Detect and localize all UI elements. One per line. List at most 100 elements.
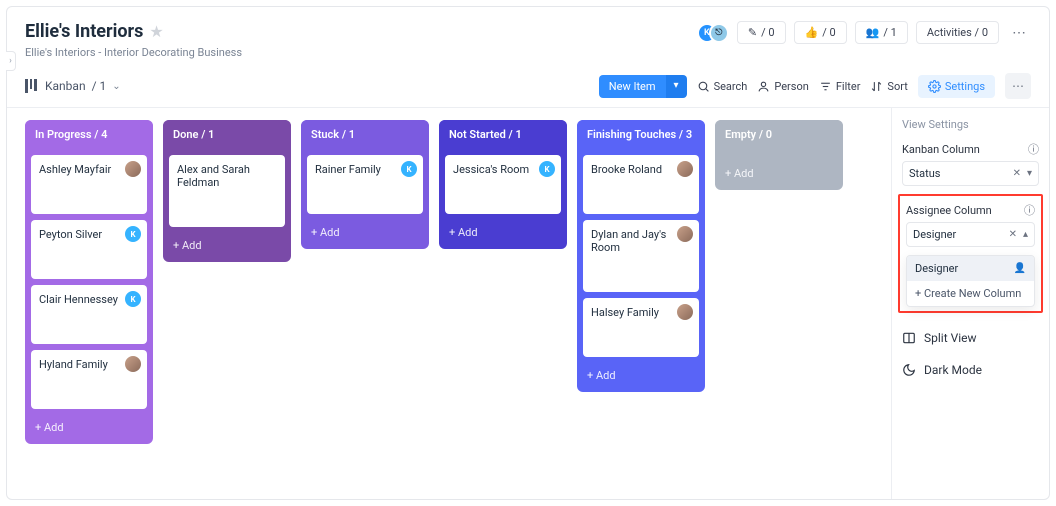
person-label: Person — [774, 80, 808, 93]
search-icon — [697, 80, 710, 93]
card-title: Peyton Silver — [39, 228, 139, 241]
search-button[interactable]: Search — [697, 80, 748, 93]
card-title: Brooke Roland — [591, 163, 691, 176]
kanban-card[interactable]: Hyland Family — [31, 350, 147, 409]
presence-badge-s: ⎋ — [709, 23, 729, 43]
chevron-down-icon: ▾ — [1027, 168, 1032, 179]
assignee-avatar — [677, 226, 693, 242]
more-menu-icon[interactable]: ⋯ — [1007, 25, 1031, 41]
add-card-button[interactable]: + Add — [301, 220, 429, 249]
column-header[interactable]: Finishing Touches / 3 — [577, 120, 705, 149]
people-icon: 👥 — [866, 26, 880, 39]
sort-button[interactable]: Sort — [870, 80, 907, 93]
clear-icon[interactable]: ✕ — [1013, 168, 1021, 179]
gear-icon — [928, 80, 941, 93]
assignee-avatar — [677, 161, 693, 177]
assignee-column-select[interactable]: Designer ✕▴ — [906, 222, 1035, 247]
column-header[interactable]: Empty / 0 — [715, 120, 843, 149]
people-count: / 1 — [883, 26, 896, 39]
filter-button[interactable]: Filter — [819, 80, 861, 93]
add-card-button[interactable]: + Add — [439, 220, 567, 249]
clear-icon[interactable]: ✕ — [1009, 229, 1017, 240]
kanban-column-label: Kanban Column — [902, 143, 980, 156]
view-label: Kanban — [45, 79, 86, 93]
kanban-card[interactable]: Jessica's RoomK — [445, 155, 561, 214]
kanban-card[interactable]: Halsey Family — [583, 298, 699, 357]
people-counter[interactable]: 👥 / 1 — [855, 21, 908, 44]
chat-counter[interactable]: ✎ / 0 — [737, 21, 786, 44]
kanban-column-select[interactable]: Status ✕▾ — [902, 161, 1039, 186]
kanban-board: In Progress / 4 Ashley Mayfair Peyton Silv… — [7, 108, 891, 499]
like-counter[interactable]: 👍 / 0 — [794, 21, 847, 44]
search-label: Search — [714, 80, 748, 93]
kanban-card[interactable]: Clair HennesseyK — [31, 285, 147, 344]
info-icon[interactable]: ⓘ — [1024, 202, 1035, 218]
person-icon: 👤 — [1014, 263, 1026, 274]
kanban-card[interactable]: Brooke Roland — [583, 155, 699, 214]
new-item-dropdown-toggle[interactable]: ▾ — [666, 75, 687, 98]
kanban-card[interactable]: Peyton SilverK — [31, 220, 147, 279]
sidebar-expand-handle[interactable]: › — [6, 51, 16, 71]
add-card-button[interactable]: + Add — [577, 363, 705, 392]
assignee-avatar: K — [125, 291, 141, 307]
like-count: / 0 — [822, 26, 835, 39]
view-settings-panel: View Settings Kanban Column ⓘ Status ✕▾ … — [891, 108, 1049, 499]
activities-button[interactable]: Activities / 0 — [916, 21, 999, 44]
dark-mode-toggle[interactable]: Dark Mode — [902, 355, 1039, 377]
presence-avatars[interactable]: K ⎋ — [697, 23, 729, 43]
activities-label: Activities / 0 — [927, 26, 988, 39]
card-title: Alex and Sarah Feldman — [177, 163, 277, 189]
dropdown-option-designer[interactable]: Designer 👤 — [907, 256, 1034, 281]
view-switcher[interactable]: Kanban / 1 ⌄ — [25, 79, 121, 93]
star-icon[interactable]: ★ — [149, 22, 163, 41]
split-view-icon — [902, 331, 916, 345]
card-title: Rainer Family — [315, 163, 415, 176]
thumb-icon: 👍 — [805, 26, 819, 39]
new-item-label: New Item — [599, 75, 666, 98]
toolbar-more-icon[interactable]: ⋯ — [1005, 73, 1031, 99]
card-title: Clair Hennessey — [39, 293, 139, 306]
assignee-avatar — [125, 356, 141, 372]
kanban-column-in_progress: In Progress / 4 Ashley Mayfair Peyton Silv… — [25, 120, 153, 444]
assignee-column-value: Designer — [913, 228, 956, 241]
kanban-card[interactable]: Rainer FamilyK — [307, 155, 423, 214]
chat-icon: ✎ — [748, 26, 757, 39]
info-icon[interactable]: ⓘ — [1028, 141, 1039, 157]
column-header[interactable]: In Progress / 4 — [25, 120, 153, 149]
sort-label: Sort — [887, 80, 907, 93]
assignee-avatar: K — [539, 161, 555, 177]
kanban-card[interactable]: Ashley Mayfair — [31, 155, 147, 214]
kanban-card[interactable]: Dylan and Jay's Room — [583, 220, 699, 292]
split-view-label: Split View — [924, 331, 977, 345]
chevron-down-icon: ⌄ — [112, 81, 120, 92]
assignee-avatar: K — [125, 226, 141, 242]
assignee-column-label: Assignee Column — [906, 204, 992, 217]
new-item-button[interactable]: New Item ▾ — [599, 75, 687, 98]
page-subtitle: Ellie's Interiors - Interior Decorating … — [25, 46, 242, 59]
view-count: / 1 — [92, 79, 107, 93]
add-card-button[interactable]: + Add — [25, 415, 153, 444]
card-title: Halsey Family — [591, 306, 691, 319]
column-header[interactable]: Done / 1 — [163, 120, 291, 149]
dropdown-create-label: + Create New Column — [915, 287, 1021, 300]
person-filter-button[interactable]: Person — [757, 80, 808, 93]
kanban-card[interactable]: Alex and Sarah Feldman — [169, 155, 285, 227]
dropdown-create-column[interactable]: + Create New Column — [907, 281, 1034, 306]
add-card-button[interactable]: + Add — [715, 161, 843, 190]
column-header[interactable]: Stuck / 1 — [301, 120, 429, 149]
chat-count: / 0 — [761, 26, 774, 39]
card-title: Dylan and Jay's Room — [591, 228, 691, 254]
split-view-toggle[interactable]: Split View — [902, 323, 1039, 345]
settings-button[interactable]: Settings — [918, 75, 995, 98]
kanban-column-finishing: Finishing Touches / 3 Brooke Roland Dylan … — [577, 120, 705, 392]
filter-icon — [819, 80, 832, 93]
card-title: Jessica's Room — [453, 163, 553, 176]
kanban-icon — [25, 79, 39, 93]
settings-label: Settings — [945, 80, 985, 93]
assignee-avatar — [677, 304, 693, 320]
view-settings-heading: View Settings — [902, 118, 1039, 131]
kanban-column-empty: Empty / 0 + Add — [715, 120, 843, 190]
add-card-button[interactable]: + Add — [163, 233, 291, 262]
column-header[interactable]: Not Started / 1 — [439, 120, 567, 149]
filter-label: Filter — [836, 80, 861, 93]
